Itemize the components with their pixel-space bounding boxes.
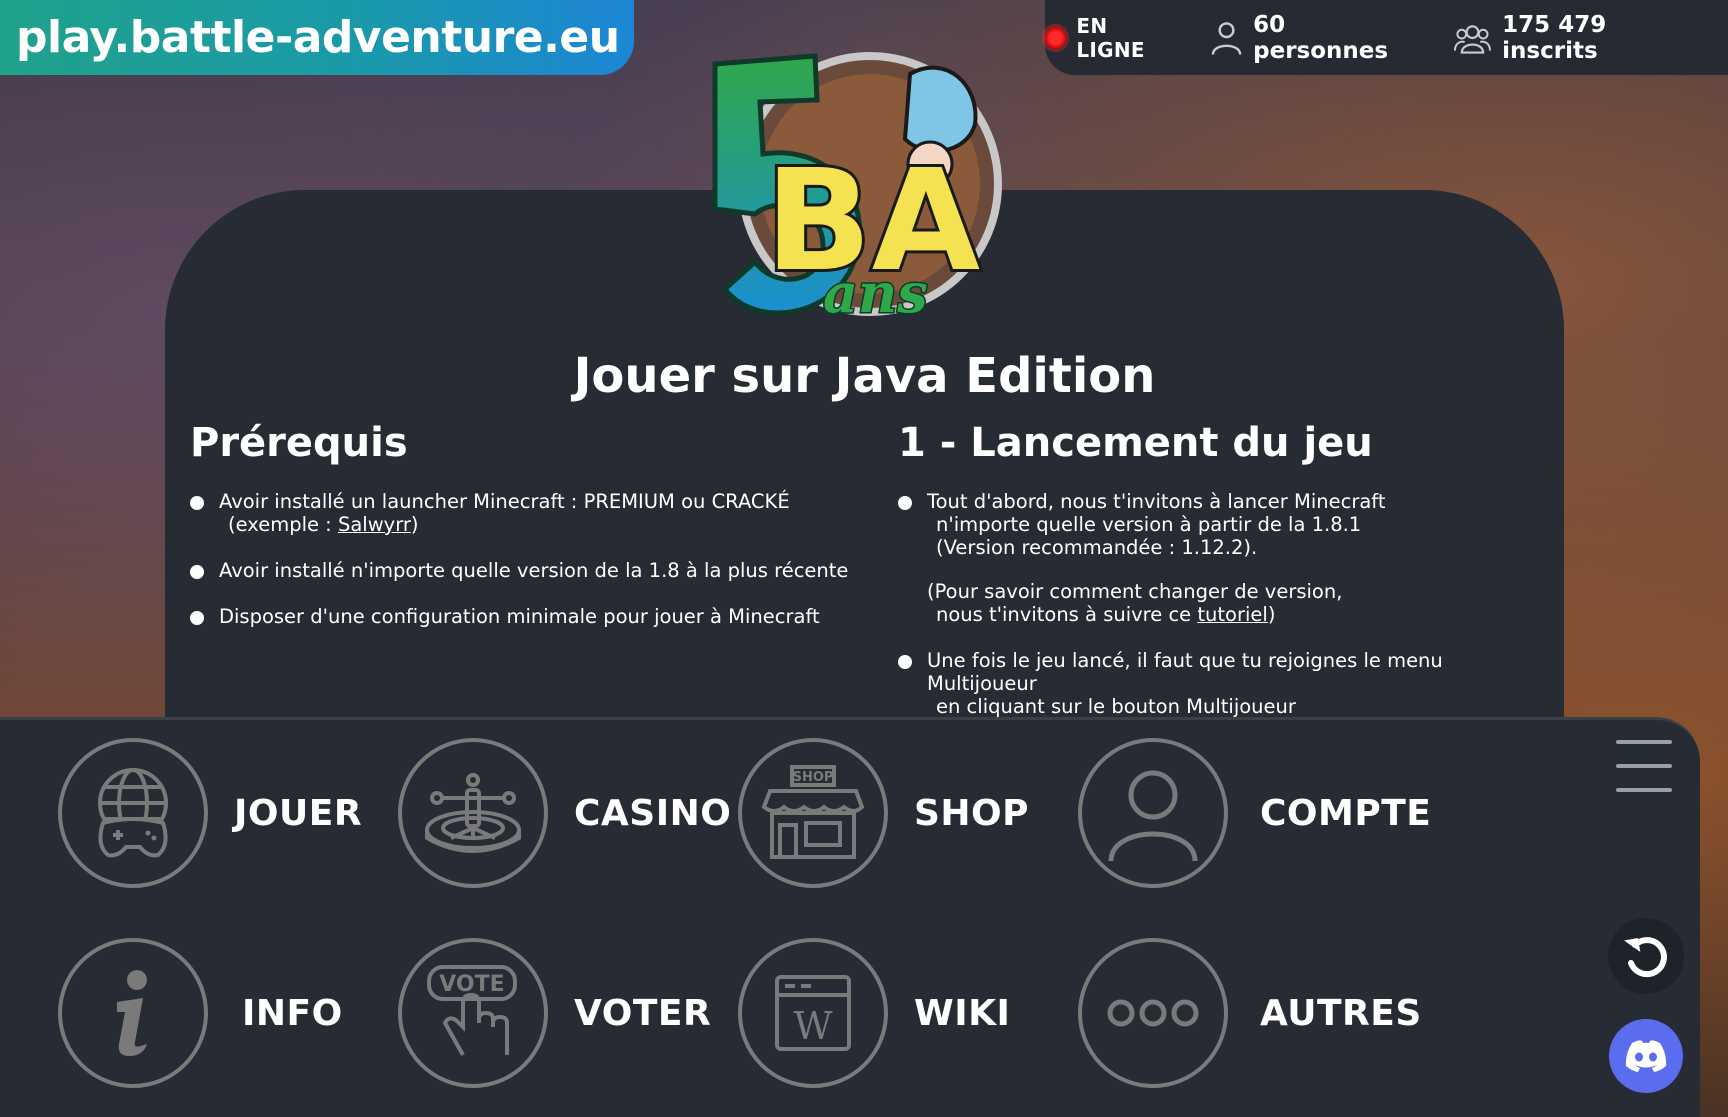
players-text: 60 personnes — [1253, 11, 1389, 64]
nav-label: JOUER — [234, 792, 363, 834]
nav-shop[interactable]: SHOP SHOP — [738, 738, 1029, 888]
list-item-text-continued: (Version recommandée : 1.12.2). — [936, 536, 1258, 559]
nav-label: SHOP — [914, 792, 1030, 834]
list-item-text-continued: (exemple : Salwyrr) — [219, 513, 870, 536]
list-item-text: Une fois le jeu lancé, il faut que tu re… — [927, 649, 1443, 695]
note-text: (Pour savoir comment changer de version, — [927, 580, 1343, 603]
nav-casino-circle — [398, 738, 548, 888]
globe-gamepad-icon — [98, 768, 168, 858]
registered-count: 175 479 inscrits — [1453, 12, 1704, 64]
nav-label: INFO — [242, 992, 343, 1034]
online-indicator-icon — [1045, 26, 1067, 49]
nav-info-circle — [58, 938, 208, 1088]
domain-text: play.battle-adventure.eu — [16, 12, 620, 63]
list-item-text: Disposer d'une configuration minimale po… — [219, 605, 820, 628]
person-icon — [1211, 21, 1242, 55]
vote-hand-icon: VOTE — [427, 965, 517, 1056]
info-icon — [117, 970, 147, 1056]
hamburger-menu-icon[interactable] — [1616, 740, 1672, 792]
user-icon — [1108, 770, 1198, 861]
prerequisites-heading: Prérequis — [190, 420, 408, 466]
prerequisites-list: Avoir installé un launcher Minecraft : P… — [190, 490, 870, 651]
more-icon — [1107, 999, 1199, 1027]
nav-shop-circle: SHOP — [738, 738, 888, 888]
tutorial-prefix: nous t'invitons à suivre ce — [936, 603, 1198, 626]
nav-wiki[interactable]: W WIKI — [738, 938, 1010, 1088]
nav-jouer[interactable]: JOUER — [58, 738, 362, 888]
list-item-text-continued: n'importe quelle version à partir de la … — [936, 513, 1362, 536]
roulette-icon — [425, 773, 521, 853]
nav-label: WIKI — [914, 992, 1011, 1034]
list-item-text: Avoir installé n'importe quelle version … — [219, 559, 849, 582]
online-label: EN LIGNE — [1076, 13, 1145, 62]
list-item-text: Tout d'abord, nous t'invitons à lancer M… — [927, 490, 1386, 513]
registered-text: 175 479 inscrits — [1502, 11, 1607, 64]
note-text-continued: nous t'invitons à suivre ce tutoriel) — [927, 603, 1558, 626]
nav-autres[interactable]: AUTRES — [1078, 938, 1422, 1088]
tutorial-suffix: ) — [1267, 603, 1276, 626]
nav-voter-circle: VOTE — [398, 938, 548, 1088]
nav-autres-circle — [1078, 938, 1228, 1088]
shop-icon: SHOP — [761, 765, 865, 859]
logo-subtitle: ans — [823, 261, 928, 325]
refresh-icon — [1624, 937, 1667, 978]
page-title: Jouer sur Java Edition — [573, 348, 1156, 404]
list-item: Une fois le jeu lancé, il faut que tu re… — [898, 649, 1558, 718]
nav-compte[interactable]: COMPTE — [1078, 738, 1431, 888]
tutorial-link[interactable]: tutoriel — [1197, 603, 1267, 626]
salwyrr-link[interactable]: Salwyrr — [338, 513, 411, 536]
nav-jouer-circle — [58, 738, 208, 888]
nav-voter[interactable]: VOTE VOTER — [398, 938, 711, 1088]
nav-info[interactable]: INFO — [58, 938, 343, 1088]
launch-steps-list: Tout d'abord, nous t'invitons à lancer M… — [898, 490, 1558, 741]
nav-label: VOTER — [574, 992, 712, 1034]
list-item-note: (Pour savoir comment changer de version,… — [898, 580, 1558, 626]
discord-button[interactable] — [1609, 1019, 1683, 1093]
discord-icon — [1625, 1040, 1667, 1072]
group-icon — [1454, 24, 1492, 54]
example-prefix: (exemple : — [228, 513, 338, 536]
list-item-text: Avoir installé un launcher Minecraft : P… — [219, 490, 790, 513]
wiki-sign-text: W — [793, 1004, 832, 1048]
online-status: EN LIGNE — [1045, 14, 1180, 62]
list-item: Avoir installé n'importe quelle version … — [190, 559, 870, 582]
shop-sign-text: SHOP — [793, 770, 834, 785]
nav-casino[interactable]: CASINO — [398, 738, 731, 888]
refresh-button[interactable] — [1608, 918, 1684, 994]
launch-heading: 1 - Lancement du jeu — [898, 420, 1373, 466]
battle-adventure-5-ans-logo: BA ans 5 — [712, 52, 1002, 327]
vote-sign-text: VOTE — [439, 972, 504, 997]
list-item: Tout d'abord, nous t'invitons à lancer M… — [898, 490, 1558, 559]
nav-label: CASINO — [574, 792, 732, 834]
nav-wiki-circle: W — [738, 938, 888, 1088]
nav-label: COMPTE — [1260, 792, 1432, 834]
nav-label: AUTRES — [1260, 992, 1422, 1034]
list-item: Disposer d'une configuration minimale po… — [190, 605, 870, 628]
players-count: 60 personnes — [1210, 12, 1423, 64]
wiki-icon: W — [775, 975, 851, 1051]
domain-banner[interactable]: play.battle-adventure.eu — [0, 0, 634, 75]
nav-compte-circle — [1078, 738, 1228, 888]
server-stats-bar: EN LIGNE 60 personnes 175 479 inscrits — [1045, 0, 1728, 75]
list-item-text-continued: en cliquant sur le bouton Multijoueur — [936, 695, 1296, 718]
list-item: Avoir installé un launcher Minecraft : P… — [190, 490, 870, 536]
example-suffix: ) — [410, 513, 419, 536]
